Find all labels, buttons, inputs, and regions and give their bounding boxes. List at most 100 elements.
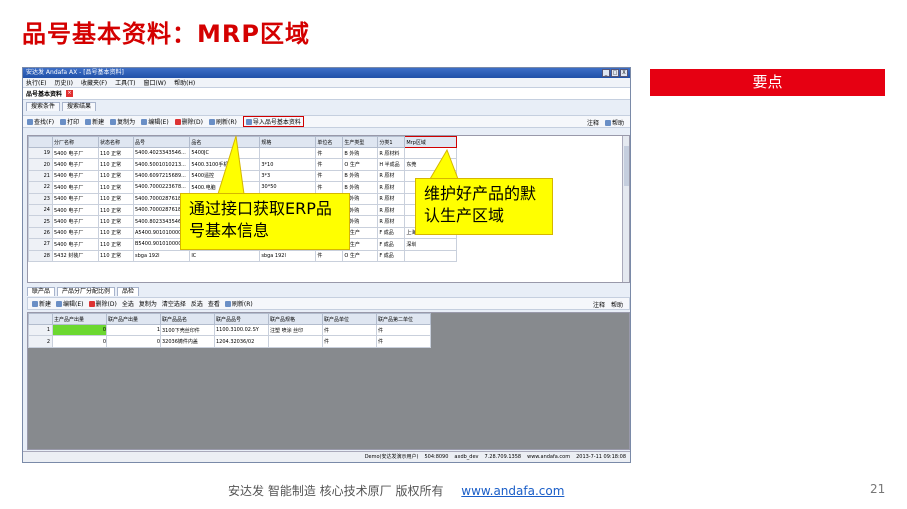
row-number[interactable]: 21 (28, 169, 53, 183)
col-status[interactable]: 状态名称 (98, 136, 134, 148)
menu-help[interactable]: 帮助(H) (174, 78, 195, 87)
col2-main-output[interactable]: 主产品产出量 (52, 313, 107, 325)
table-cell[interactable]: 0 (106, 335, 161, 348)
table-cell[interactable]: F 成品 (377, 249, 406, 262)
table-cell[interactable]: 5400.5001010213... (132, 158, 191, 171)
tab-coproducts[interactable]: 联产品 (27, 287, 56, 296)
lower-edit-button[interactable]: 编辑(E) (56, 299, 84, 308)
table-cell[interactable]: 110 正常 (98, 226, 134, 240)
table-cell[interactable]: 5400 电子厂 (52, 238, 99, 251)
table-cell[interactable]: 3*3 (259, 169, 317, 183)
table-cell[interactable]: 5400 电子厂 (52, 192, 99, 205)
table-cell[interactable]: R 原材 (377, 203, 406, 217)
row-number[interactable]: 22 (28, 181, 53, 194)
table-row[interactable]: 20 5400 电子厂 110 正常 5400.5001010213... 5400.3… (28, 158, 458, 171)
table-cell[interactable]: sbga 192l (132, 249, 191, 262)
view-button[interactable]: 查看 (208, 299, 220, 308)
table-cell[interactable]: 5400.电脑 (189, 181, 261, 194)
table-cell[interactable]: 110 正常 (98, 238, 134, 251)
table-cell[interactable]: 32036铸件内盖 (160, 335, 215, 348)
table-cell[interactable]: 5432 封装厂 (52, 249, 99, 262)
table-cell[interactable]: 5400.6097215689... (132, 169, 191, 183)
table-cell[interactable]: 0 (52, 323, 107, 337)
table-cell[interactable]: 5400JC (189, 146, 261, 160)
menu-history[interactable]: 历史(I) (54, 78, 72, 87)
table-cell[interactable]: O 生产 (342, 158, 379, 171)
row-number[interactable]: 23 (28, 192, 53, 205)
col2-co-unit[interactable]: 联产品单位 (322, 313, 377, 325)
table-cell[interactable]: O 生产 (342, 249, 379, 262)
table-cell[interactable]: 5400 电子厂 (52, 215, 99, 228)
minimize-button[interactable]: _ (602, 69, 610, 77)
table-cell[interactable]: 5400 电子厂 (52, 226, 99, 240)
copy-as-button[interactable]: 复制为 (110, 117, 135, 126)
table-row[interactable]: 22 5400 电子厂 110 正常 5400.7000223678... 5400.电… (28, 181, 458, 194)
table-cell[interactable]: 深圳 (404, 238, 458, 251)
table-cell[interactable]: 件 (315, 169, 344, 183)
row-number[interactable]: 26 (28, 226, 53, 240)
table-cell[interactable]: F 成品 (377, 238, 406, 251)
table-cell[interactable] (268, 335, 323, 348)
table-cell[interactable]: 3100下壳丝印件 (160, 323, 215, 337)
col2-co-item-no[interactable]: 联产品品号 (214, 313, 269, 325)
table-cell[interactable]: 件 (315, 158, 344, 171)
print-button[interactable]: 打印 (60, 117, 79, 126)
table-cell[interactable]: R 原材料 (377, 146, 406, 160)
form-tab[interactable]: 品号基本资料 × (23, 88, 630, 100)
table-cell[interactable]: R 原材 (377, 192, 406, 205)
table-cell[interactable]: B 外购 (342, 181, 379, 194)
comment-button[interactable]: 注释 (587, 118, 599, 127)
col2-co-unit2[interactable]: 联产品第二单位 (376, 313, 431, 325)
table-cell[interactable]: 5400.7000223678... (132, 181, 191, 194)
lower-copy-as-button[interactable]: 复制为 (139, 299, 157, 308)
lower-comment-button[interactable]: 注释 (593, 300, 605, 309)
table-cell[interactable]: F 成品 (377, 226, 406, 240)
table-cell[interactable]: IC (189, 249, 261, 262)
close-icon[interactable]: × (66, 90, 74, 97)
row-number[interactable]: 27 (28, 238, 53, 251)
table-cell[interactable]: 件 (376, 323, 431, 337)
table-cell[interactable]: 110 正常 (98, 158, 134, 171)
menu-execute[interactable]: 执行(E) (26, 78, 46, 87)
table-cell[interactable]: R 原材 (377, 169, 406, 183)
table-cell[interactable]: 件 (376, 335, 431, 348)
table-cell[interactable]: 110 正常 (98, 181, 134, 194)
edit-button[interactable]: 编辑(E) (141, 117, 169, 126)
table-cell[interactable]: B 外购 (342, 146, 379, 160)
col-production-type[interactable]: 生产类型 (342, 136, 379, 148)
col-item-name[interactable]: 品名 (189, 136, 261, 148)
col-mrp-area[interactable]: Mrp区域 (404, 136, 458, 148)
tab-inspection[interactable]: 品检 (117, 287, 140, 296)
invert-selection-button[interactable]: 反选 (191, 299, 203, 308)
lower-new-button[interactable]: 新建 (32, 299, 51, 308)
table-cell[interactable]: sbga 192l (259, 249, 317, 262)
table-cell[interactable]: 5400 电子厂 (52, 158, 99, 171)
table-cell[interactable] (404, 249, 458, 262)
refresh-button[interactable]: 刷新(R) (208, 117, 237, 126)
row-number[interactable]: 28 (28, 249, 53, 262)
table-cell[interactable]: 110 正常 (98, 192, 134, 205)
find-button[interactable]: 查找(F) (27, 117, 54, 126)
col2-co-name[interactable]: 联产品品名 (160, 313, 215, 325)
table-cell[interactable] (404, 146, 458, 160)
table-cell[interactable]: 5400.3100手机壳 (189, 158, 261, 171)
table-cell[interactable] (259, 146, 317, 160)
row-number[interactable]: 20 (28, 158, 53, 171)
table-row[interactable]: 1 0 1 3100下壳丝印件 1100.3100.02.SY 注塑 喷涂 丝印件件 (28, 323, 431, 337)
table-cell[interactable]: R 原材 (377, 181, 406, 194)
table-cell[interactable]: 110 正常 (98, 215, 134, 228)
table-cell[interactable]: 5400 电子厂 (52, 146, 99, 160)
table-cell[interactable]: 1204.32036/02 (214, 335, 269, 348)
table-cell[interactable]: 5400 电子厂 (52, 203, 99, 217)
col-item-no[interactable]: 品号 (132, 136, 191, 148)
new-button[interactable]: 新建 (85, 117, 104, 126)
table-row[interactable]: 21 5400 电子厂 110 正常 5400.6097215689... 5400遥控… (28, 169, 458, 183)
table-cell[interactable]: 1100.3100.02.SY (214, 323, 269, 337)
table-cell[interactable]: 件 (315, 181, 344, 194)
col-plant[interactable]: 分厂名称 (52, 136, 99, 148)
table-cell[interactable]: H 半成品 (377, 158, 406, 171)
footer-link[interactable]: www.andafa.com (461, 484, 564, 498)
select-all-button[interactable]: 全选 (122, 299, 134, 308)
table-cell[interactable]: 东莞 (404, 158, 458, 171)
table-cell[interactable]: 5400遥控 (189, 169, 261, 183)
